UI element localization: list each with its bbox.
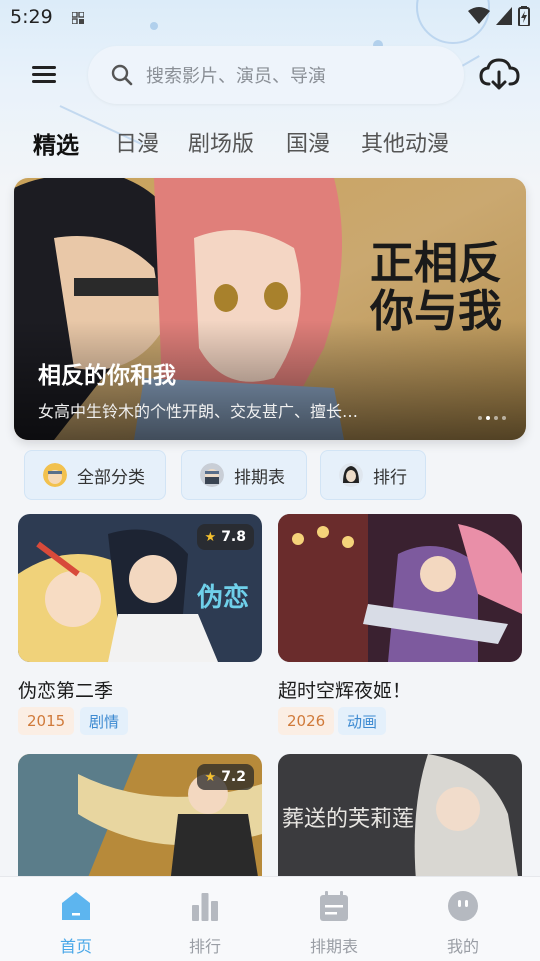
itachi-avatar-icon [339,463,363,487]
genre-tag: 动画 [338,707,387,735]
app-bar: 搜索影片、演员、导演 [0,46,540,104]
nav-label: 我的 [446,937,479,956]
rating-badge: ★ 7.8 [196,524,254,550]
carousel-dot-active [486,416,490,420]
status-time: 5:29 [10,6,53,28]
nav-profile[interactable]: 我的 [413,889,513,957]
all-categories-chip[interactable]: 全部分类 [24,450,166,500]
card-title: 伪恋第二季 [18,680,114,702]
menu-icon[interactable] [28,60,62,90]
battery-icon [518,6,530,26]
rating-badge: ★ 7.2 [196,764,254,790]
tab-movies[interactable]: 剧场版 [188,126,254,158]
schedule-chip[interactable]: 排期表 [181,450,307,500]
bar-chart-icon [192,893,218,921]
carousel-dot [502,416,506,420]
tab-japanese-anime[interactable]: 日漫 [115,126,159,158]
featured-banner[interactable]: 正相反 你与我 相反的你和我 女高中生铃木的个性开朗、交友甚广、擅长… [14,178,526,440]
calendar-icon [320,891,348,921]
rating-value: 7.8 [221,529,246,545]
status-bar: 5:29 [0,0,540,36]
tab-chinese-anime[interactable]: 国漫 [286,126,330,158]
search-bar[interactable]: 搜索影片、演员、导演 [88,46,464,104]
genre-tag: 剧情 [80,707,129,735]
search-input[interactable]: 搜索影片、演员、导演 [146,62,326,88]
tab-featured[interactable]: 精选 [33,126,79,160]
ranking-chip[interactable]: 排行 [320,450,426,500]
chip-label: 排行 [373,467,407,488]
category-tabs: 精选 日漫 剧场版 国漫 其他动漫 [0,126,540,166]
nav-ranking[interactable]: 排行 [155,889,255,957]
nav-schedule[interactable]: 排期表 [284,889,384,957]
bottom-navigation: 首页 排行 排期表 我的 [0,876,540,961]
card-poster [278,514,522,662]
nav-label: 排行 [188,937,221,956]
chip-label: 全部分类 [77,467,145,488]
star-icon: ★ [204,529,217,545]
search-icon [111,64,133,86]
tab-other-anime[interactable]: 其他动漫 [361,126,449,158]
rating-value: 7.2 [221,769,246,785]
kakashi-avatar-icon [200,463,224,487]
cloud-download-icon[interactable] [478,56,522,94]
shortcut-chips: 全部分类 排期表 排行 [0,450,540,502]
card-title: 超时空辉夜姬！ [278,680,412,702]
svg-text:正相反: 正相反 [370,238,502,289]
naruto-avatar-icon [43,463,67,487]
poster-logo: 葬送的芙莉莲 [282,807,414,832]
banner-title: 相反的你和我 [38,363,176,389]
poster-logo: 伪恋 [196,582,249,613]
profile-icon [448,891,478,921]
nav-label: 首页 [59,937,92,956]
home-icon [62,892,90,920]
wifi-icon [468,7,490,24]
carousel-indicator [478,416,506,420]
carousel-dot [478,416,482,420]
banner-description: 女高中生铃木的个性开朗、交友甚广、擅长… [38,402,359,421]
year-tag: 2015 [18,707,75,735]
nav-home[interactable]: 首页 [26,889,126,957]
notification-icon [72,12,84,24]
chip-label: 排期表 [234,467,285,488]
star-icon: ★ [204,769,217,785]
signal-icon [496,7,512,25]
nav-label: 排期表 [309,937,358,956]
carousel-dot [494,416,498,420]
year-tag: 2026 [278,707,335,735]
